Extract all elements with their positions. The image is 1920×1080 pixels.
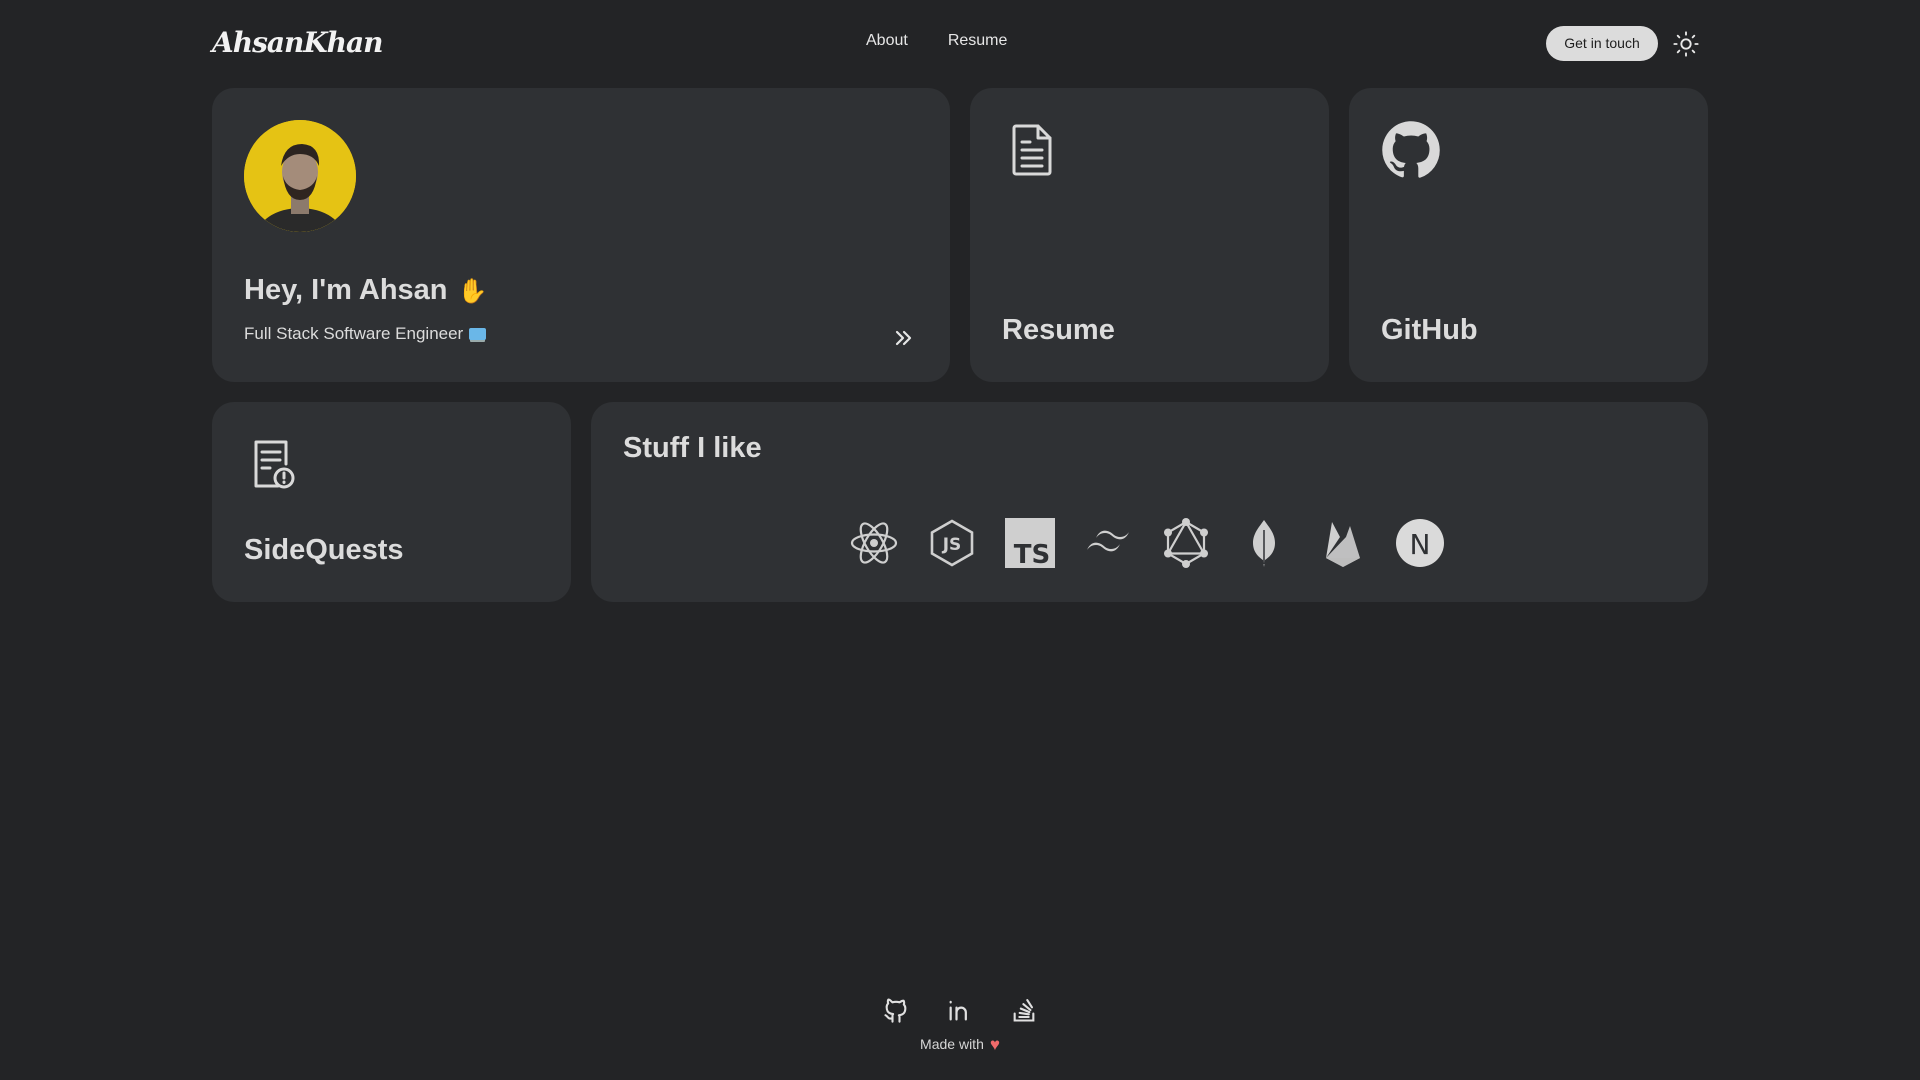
made-with-text: Made with ♥ [0, 1034, 1920, 1054]
theme-toggle-button[interactable] [1672, 30, 1700, 58]
sun-icon [1673, 31, 1699, 57]
svg-text:N: N [1410, 528, 1431, 561]
wave-emoji: ✋ [457, 278, 488, 305]
stuff-title: Stuff I like [623, 432, 762, 464]
graphql-icon [1161, 518, 1211, 568]
heart-icon: ♥ [989, 1035, 1000, 1054]
top-navigation: AhsanKhan About Resume Get in touch [212, 22, 1708, 66]
footer: Made with ♥ [0, 996, 1920, 1054]
tailwind-icon [1083, 518, 1133, 568]
resume-title: Resume [1002, 314, 1115, 346]
nav-resume[interactable]: Resume [948, 32, 1008, 50]
nodejs-icon: JS [927, 518, 977, 568]
svg-text:JS: JS [942, 535, 962, 555]
subtitle: Full Stack Software Engineer [244, 324, 487, 344]
typescript-icon: TS [1005, 518, 1055, 568]
linkedin-icon[interactable] [946, 996, 974, 1024]
sidequests-card[interactable]: SideQuests [212, 402, 571, 602]
resume-card[interactable]: Resume [970, 88, 1329, 382]
react-icon [849, 518, 899, 568]
nextjs-icon: N [1395, 518, 1445, 568]
report-icon [254, 440, 295, 489]
firebase-icon [1317, 518, 1367, 568]
intro-card[interactable]: Hey, I'm Ahsan ✋ Full Stack Software Engi… [212, 88, 950, 382]
github-icon [1382, 121, 1440, 178]
subtitle-text: Full Stack Software Engineer [244, 324, 464, 343]
github-title: GitHub [1381, 314, 1478, 346]
greeting-heading: Hey, I'm Ahsan ✋ [244, 274, 487, 307]
stuff-i-like-card: Stuff I like JS TS N [591, 402, 1708, 602]
nav-links: About Resume [866, 32, 1007, 50]
mongodb-icon [1239, 518, 1289, 568]
greeting-text: Hey, I'm Ahsan [244, 274, 448, 306]
social-links [0, 996, 1920, 1024]
get-in-touch-button[interactable]: Get in touch [1546, 26, 1658, 61]
portrait-image [244, 120, 356, 232]
document-icon [1012, 124, 1052, 176]
nav-about[interactable]: About [866, 32, 908, 50]
avatar [244, 120, 356, 232]
svg-text:TS: TS [1014, 540, 1050, 568]
tech-icons-row: JS TS N [849, 518, 1445, 568]
made-with-label: Made with [920, 1036, 984, 1052]
laptop-icon [469, 328, 487, 340]
sidequests-title: SideQuests [244, 534, 404, 566]
stackoverflow-icon[interactable] [1010, 996, 1038, 1024]
site-logo[interactable]: AhsanKhan [212, 26, 384, 59]
github-card[interactable]: GitHub [1349, 88, 1708, 382]
chevrons-right-icon[interactable] [892, 326, 916, 350]
github-icon[interactable] [882, 996, 910, 1024]
